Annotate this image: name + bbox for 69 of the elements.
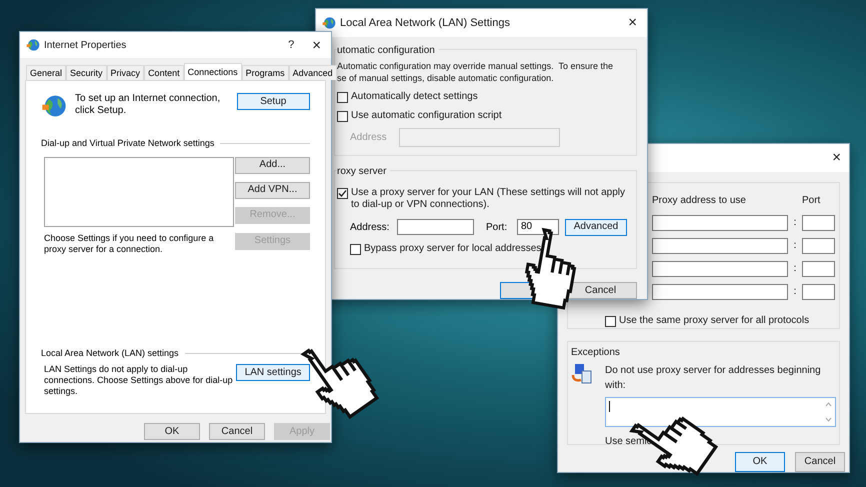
dialog-button[interactable]: Cancel [209, 423, 265, 440]
checkbox[interactable] [337, 110, 348, 122]
close-button[interactable]: × [826, 150, 847, 166]
close-button[interactable]: × [306, 38, 327, 52]
port-field[interactable] [802, 238, 835, 254]
setup-text: To set up an Internet connection, click Setup. [75, 93, 222, 117]
tab[interactable]: Content [144, 65, 184, 80]
tab[interactable]: Programs [242, 65, 289, 80]
description-text: se of manual settings, disable automatic configuration. [337, 72, 554, 84]
port-field[interactable] [802, 214, 835, 230]
field-label: Port: [486, 220, 508, 235]
port-field[interactable]: 80 [517, 219, 559, 236]
checkbox[interactable] [605, 316, 616, 326]
dialog-button[interactable]: OK [735, 452, 785, 472]
scroll-arrows-icon [825, 401, 832, 423]
tab[interactable]: General [26, 65, 66, 80]
window-title: Internet Properties [44, 38, 128, 52]
address-field[interactable] [652, 214, 788, 230]
separator-colon: : [792, 262, 798, 276]
section-heading: Local Area Network (LAN) settings [41, 346, 179, 360]
address-field[interactable] [397, 219, 474, 236]
address-field[interactable] [652, 284, 788, 300]
checkbox-label: Use the same proxy server for all protocols [619, 314, 810, 326]
documents-icon [571, 363, 593, 385]
separator-colon: : [792, 216, 798, 230]
checkbox-label: Use a proxy server for your LAN (These settings will not apply to dial-up or VPN connections). [351, 186, 626, 211]
address-field[interactable] [652, 238, 788, 254]
lan-settings-button[interactable]: LAN settings [236, 364, 310, 381]
globe-icon [26, 38, 40, 52]
globe-icon [41, 93, 67, 119]
proxy-hint-text: Choose Settings if you need to configure a proxy server for a connection. [44, 232, 215, 254]
dialog-button[interactable]: Cancel [795, 452, 845, 472]
dialog-button[interactable]: Add... [235, 156, 310, 174]
setup-button[interactable]: Setup [236, 93, 310, 110]
exceptions-text: Do not use proxy server for addresses beginning with: [605, 364, 822, 393]
field-label: Address: [350, 220, 390, 235]
port-field[interactable] [802, 284, 835, 300]
checkbox[interactable] [350, 244, 361, 255]
window-title: Local Area Network (LAN) Settings [340, 16, 511, 31]
help-button[interactable]: ? [280, 36, 302, 54]
dialog-button[interactable]: OK [144, 423, 200, 440]
checkbox-label: Bypass proxy server for local addresses [364, 242, 542, 255]
field-label: Address [350, 130, 388, 145]
separator-colon: : [792, 239, 798, 253]
connections-list[interactable] [44, 156, 234, 226]
checkbox[interactable] [337, 188, 348, 199]
group-heading: utomatic configuration [337, 42, 439, 58]
lan-text: LAN Settings do not apply to dial-up connections. Choose Settings above for dial-up settings. [44, 364, 234, 397]
column-header: Port [802, 194, 820, 208]
tab[interactable]: Advanced [288, 65, 337, 80]
exceptions-text-area[interactable] [605, 397, 836, 427]
advanced-button[interactable]: Advanced [565, 218, 627, 236]
section-heading: Dial-up and Virtual Private Network settings [41, 137, 214, 150]
column-header: Proxy address to use [652, 194, 747, 208]
tab[interactable]: Privacy [106, 65, 144, 80]
tab[interactable]: Security [66, 65, 107, 80]
close-button[interactable]: × [622, 15, 643, 30]
dialog-button[interactable]: Add VPN... [235, 182, 310, 198]
port-field[interactable] [802, 260, 835, 276]
group-heading: Exceptions [571, 346, 621, 360]
address-field[interactable] [652, 260, 788, 276]
checkbox-label: Use automatic configuration script [351, 110, 502, 122]
separator-colon: : [792, 285, 798, 299]
checkbox[interactable] [337, 92, 348, 103]
globe-icon [322, 16, 336, 30]
description-text: Automatic configuration may override manual settings. To ensure the [337, 60, 613, 72]
checkbox-label: Automatically detect settings [351, 90, 478, 103]
tab[interactable]: Connections [184, 63, 242, 80]
check-icon [338, 188, 347, 198]
